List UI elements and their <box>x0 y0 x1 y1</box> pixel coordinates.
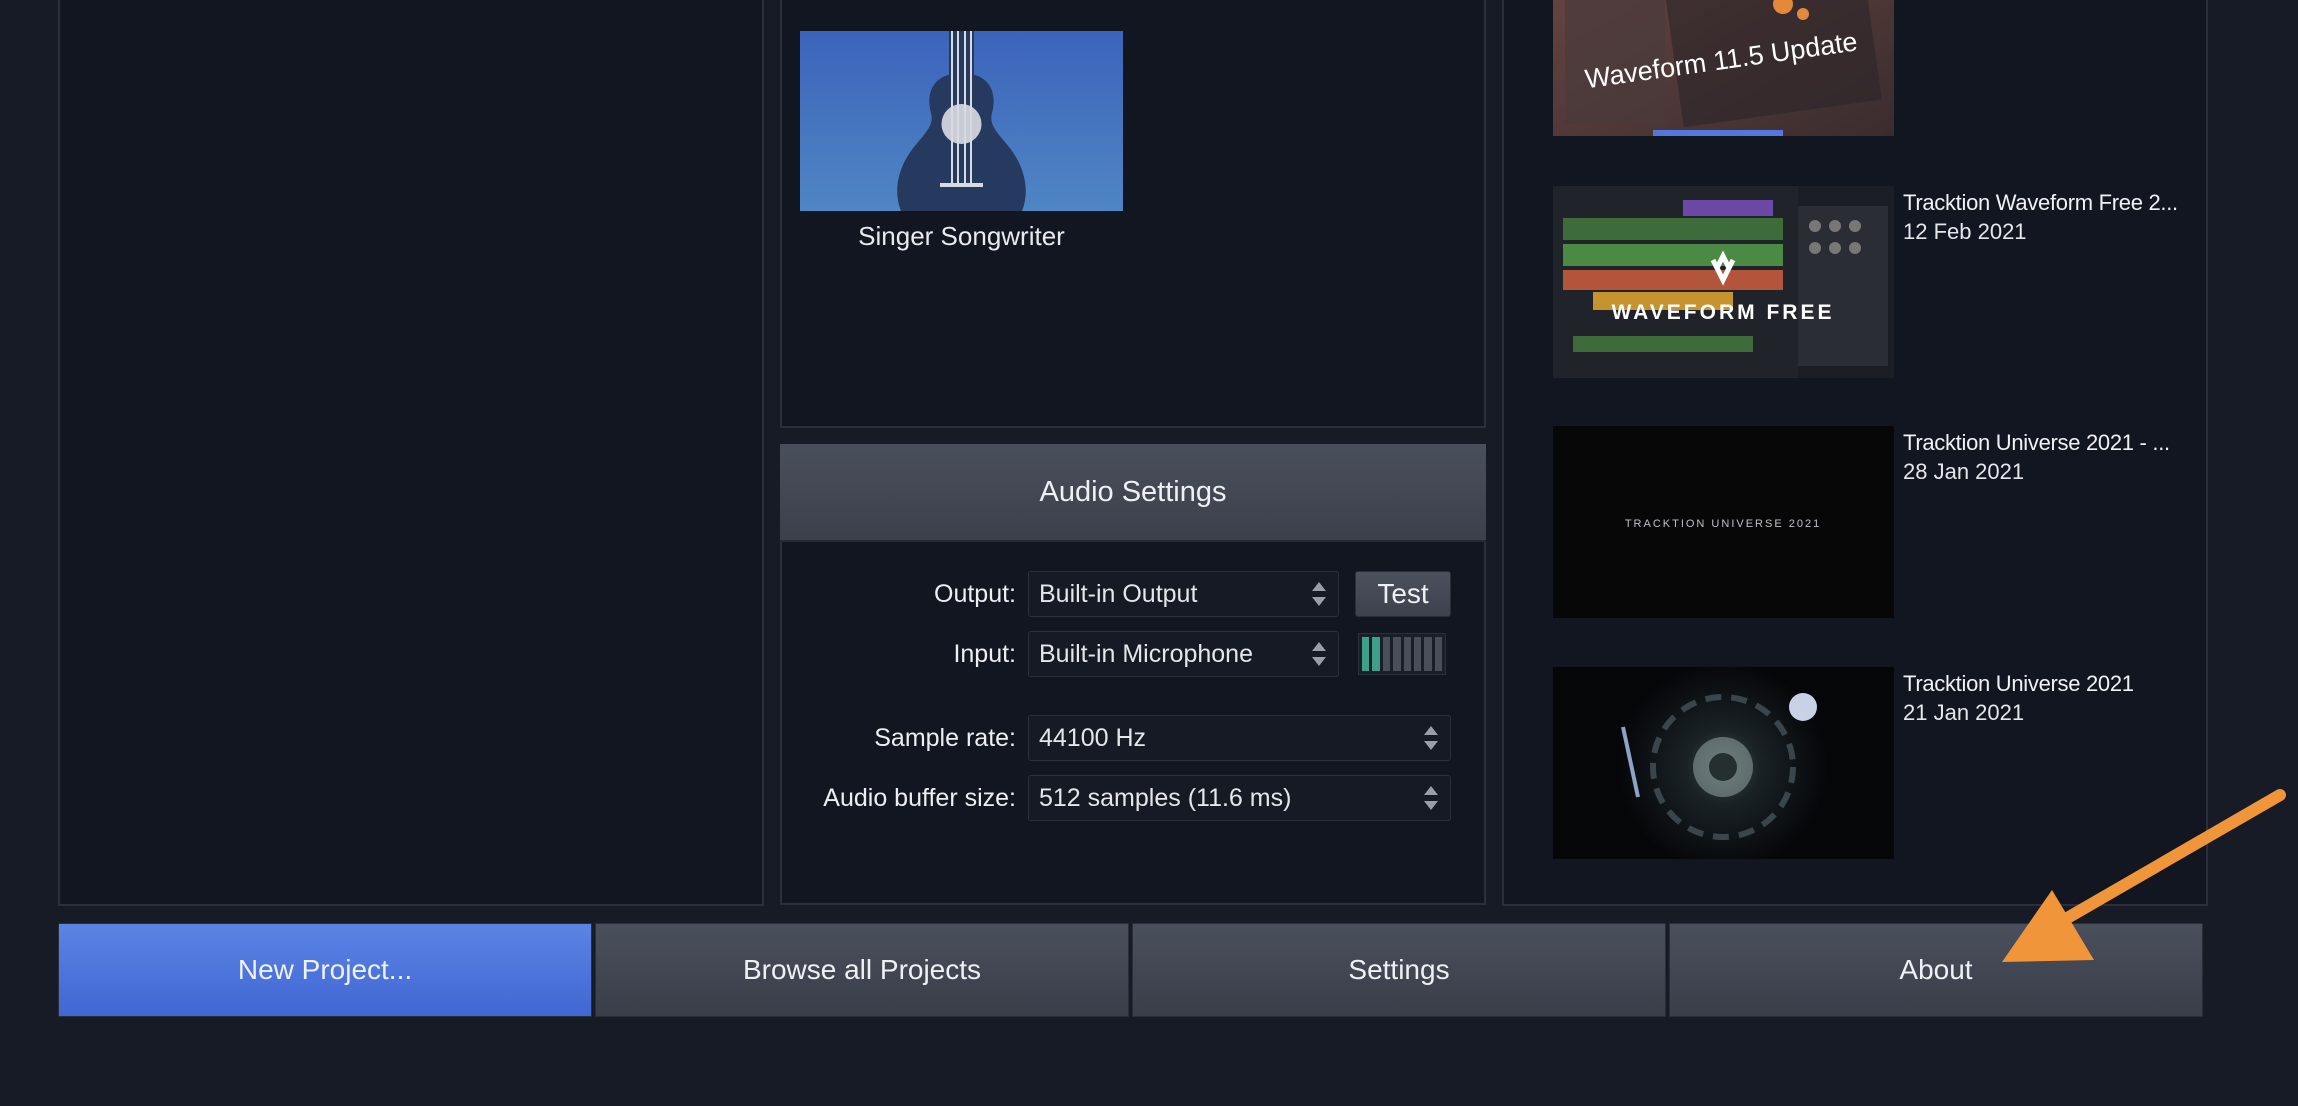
output-device-value: Built-in Output <box>1039 580 1198 608</box>
video-title[interactable]: Tracktion Waveform Free 2... <box>1903 190 2178 216</box>
input-device-value: Built-in Microphone <box>1039 640 1253 668</box>
browse-projects-button[interactable]: Browse all Projects <box>595 923 1129 1017</box>
test-output-button[interactable]: Test <box>1355 571 1451 617</box>
template-singer-songwriter[interactable]: Singer Songwriter <box>800 31 1123 261</box>
up-down-arrows-icon <box>1424 786 1438 810</box>
output-label: Output: <box>934 580 1016 608</box>
video-thumb-text: TRACKTION UNIVERSE 2021 <box>1625 518 1821 530</box>
output-device-select[interactable]: Built-in Output <box>1028 571 1339 617</box>
meter-segment <box>1424 637 1432 671</box>
up-down-arrows-icon <box>1424 726 1438 750</box>
settings-button[interactable]: Settings <box>1132 923 1666 1017</box>
meter-segment <box>1413 637 1422 671</box>
buffer-size-value: 512 samples (11.6 ms) <box>1039 784 1292 812</box>
meter-segment <box>1393 637 1401 671</box>
meter-segment <box>1434 637 1442 671</box>
video-thumbnail[interactable]: WAVEFORM FREE <box>1553 186 1894 378</box>
video-title[interactable]: Tracktion Universe 2021 - ... <box>1903 430 2170 456</box>
up-down-arrows-icon <box>1312 582 1326 606</box>
video-thumbnail[interactable]: Waveform 11.5 Update <box>1553 0 1894 136</box>
sample-rate-select[interactable]: 44100 Hz <box>1028 715 1451 761</box>
left-panel <box>58 0 764 906</box>
buffer-size-label: Audio buffer size: <box>823 784 1016 812</box>
video-thumb-text: WAVEFORM FREE <box>1612 301 1835 324</box>
audio-settings-header: Audio Settings <box>780 444 1486 542</box>
video-title[interactable]: Tracktion Universe 2021 <box>1903 671 2134 697</box>
sample-rate-value: 44100 Hz <box>1039 724 1147 752</box>
meter-segment <box>1382 637 1391 671</box>
buffer-size-select[interactable]: 512 samples (11.6 ms) <box>1028 775 1451 821</box>
video-thumbnail[interactable] <box>1553 667 1894 859</box>
video-date: 12 Feb 2021 <box>1903 219 2027 244</box>
meter-segment <box>1362 637 1370 671</box>
video-date: 28 Jan 2021 <box>1903 459 2025 484</box>
template-label: Singer Songwriter <box>858 221 1065 251</box>
annotation-arrow-icon <box>2002 789 2286 962</box>
up-down-arrows-icon <box>1312 642 1326 666</box>
video-date: 21 Jan 2021 <box>1903 700 2025 725</box>
meter-segment <box>1372 637 1380 671</box>
sample-rate-label: Sample rate: <box>874 724 1016 752</box>
input-device-select[interactable]: Built-in Microphone <box>1028 631 1339 677</box>
input-level-meter <box>1358 633 1446 675</box>
guitar-icon <box>800 31 1123 211</box>
input-label: Input: <box>953 640 1016 668</box>
new-project-button[interactable]: New Project... <box>58 923 592 1017</box>
meter-segment <box>1403 637 1411 671</box>
video-thumbnail[interactable]: TRACKTION UNIVERSE 2021 <box>1553 426 1894 618</box>
